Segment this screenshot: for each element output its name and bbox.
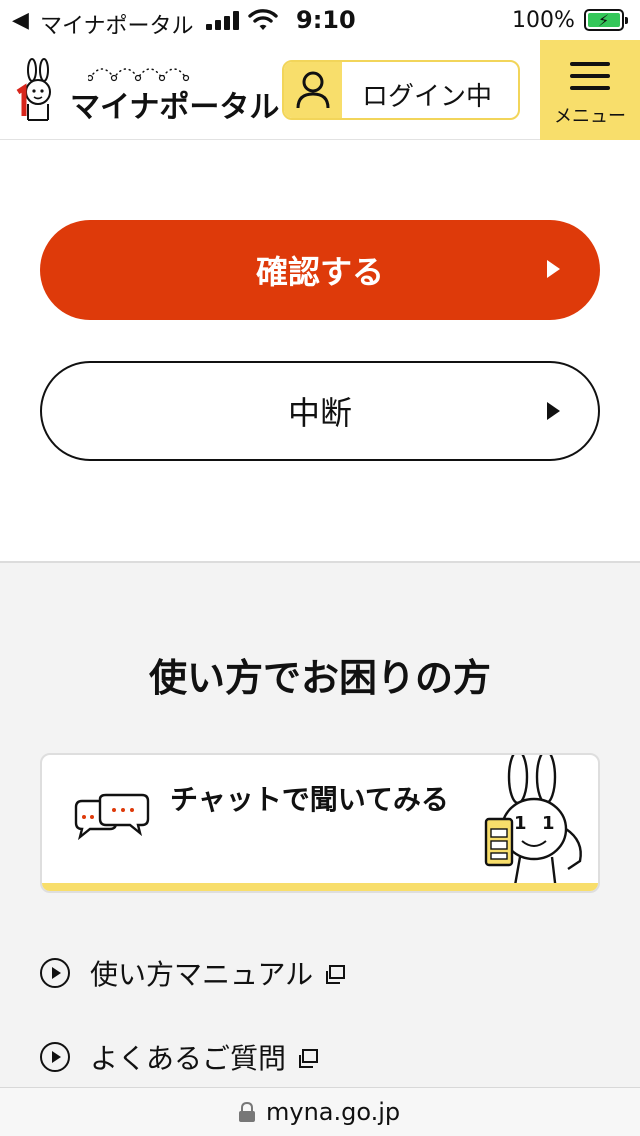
confirm-button[interactable]: 確認する <box>40 220 600 320</box>
url-text: myna.go.jp <box>266 1098 401 1126</box>
back-arrow-icon[interactable]: ◀ <box>12 8 29 33</box>
clock: 9:10 <box>296 6 356 34</box>
hamburger-icon-bar <box>570 74 610 78</box>
play-arrow-icon <box>547 260 560 278</box>
help-section-title: 使い方でお困りの方 <box>148 656 491 700</box>
menu-button[interactable]: メニュー <box>540 40 640 140</box>
logo-text: マイナポータル <box>70 90 280 125</box>
chat-bubbles-icon <box>74 793 150 841</box>
charging-bolt-icon: ⚡ <box>598 11 610 30</box>
lock-icon <box>239 1102 255 1122</box>
menu-label: メニュー <box>554 106 626 127</box>
rabbit-mascot-phone-icon: 1 1 <box>484 755 582 891</box>
chat-support-card[interactable]: チャットで聞いてみる 1 1 <box>40 753 600 893</box>
login-status-label: ログイン中 <box>362 82 493 112</box>
mynaportal-logo[interactable]: マイナポータル <box>14 56 279 126</box>
play-circle-icon <box>40 958 70 988</box>
confirm-button-label: 確認する <box>255 253 384 291</box>
play-arrow-icon <box>547 402 560 420</box>
external-window-icon <box>323 961 347 985</box>
battery-icon: ⚡ <box>584 9 628 31</box>
user-icon-box <box>284 62 342 118</box>
logo-dots-decoration <box>88 68 190 82</box>
browser-url-bar[interactable]: myna.go.jp <box>0 1087 640 1136</box>
faq-link-label: よくあるご質問 <box>90 1042 287 1075</box>
user-icon <box>296 71 330 109</box>
chat-card-accent-stripe <box>42 883 598 891</box>
wifi-icon <box>248 9 278 30</box>
svg-text:1: 1 <box>542 813 555 834</box>
manual-link[interactable]: 使い方マニュアル <box>40 953 347 993</box>
site-header: マイナポータル ログイン中 メニュー <box>0 40 640 140</box>
hamburger-icon-bar <box>570 86 610 90</box>
hamburger-icon <box>570 62 610 66</box>
back-app-label[interactable]: マイナポータル <box>40 8 194 40</box>
help-section: 使い方でお困りの方 チャットで聞いてみる 1 1 使い方マニュアル よくあるご質… <box>0 561 640 1087</box>
faq-link[interactable]: よくあるご質問 <box>40 1037 320 1077</box>
play-circle-icon <box>40 1042 70 1072</box>
svg-text:1: 1 <box>514 813 527 834</box>
cellular-signal-icon <box>206 10 240 30</box>
cancel-button-label: 中断 <box>287 394 352 432</box>
battery-percent: 100% <box>512 8 575 33</box>
cancel-button[interactable]: 中断 <box>40 361 600 461</box>
mynaportal-mascot-icon <box>16 58 51 121</box>
login-status-button[interactable]: ログイン中 <box>282 60 520 120</box>
chat-support-label: チャットで聞いてみる <box>170 783 449 816</box>
manual-link-label: 使い方マニュアル <box>90 958 314 991</box>
external-window-icon <box>296 1045 320 1069</box>
status-bar: ◀ マイナポータル 9:10 100% ⚡ <box>0 0 640 40</box>
